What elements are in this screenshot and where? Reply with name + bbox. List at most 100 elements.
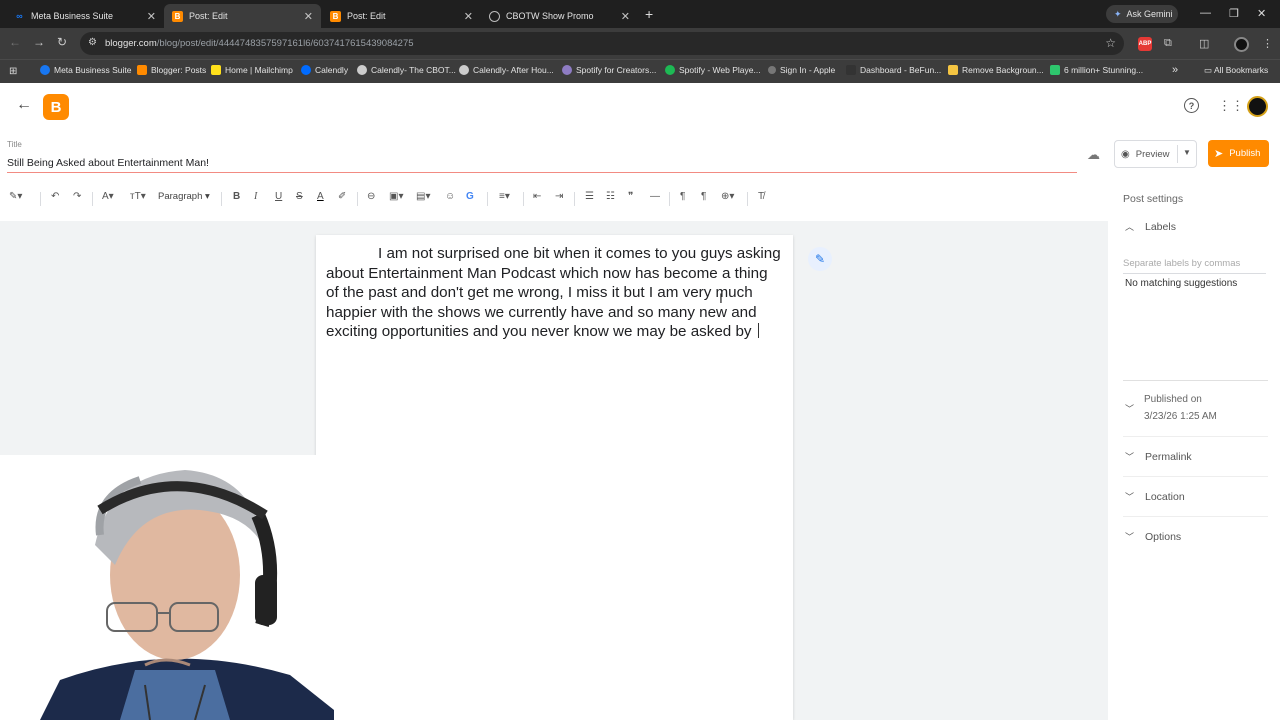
more-bookmarks-icon[interactable]: »	[1172, 64, 1178, 76]
post-settings-heading: Post settings	[1123, 193, 1184, 205]
bookmark-calendly-cbot[interactable]: Calendly- The CBOT...	[357, 65, 456, 75]
bookmark-star-icon[interactable]: ☆	[1105, 36, 1116, 50]
labels-section-toggle[interactable]: ︿ Labels	[1125, 220, 1176, 233]
redo-icon[interactable]: ↷	[73, 191, 81, 202]
window-close-button[interactable]: ✕	[1257, 7, 1266, 20]
chevron-down-icon[interactable]: ▼	[1183, 148, 1191, 157]
back-arrow-icon[interactable]: ←	[16, 96, 32, 114]
font-icon[interactable]: A▾	[102, 191, 114, 202]
browser-toolbar: ← → ↻ ⚙ blogger.com/blog/post/edit/44447…	[0, 28, 1280, 59]
tab-cbotw-show-promo[interactable]: CBOTW Show Promo ✕	[481, 4, 638, 28]
tab-post-edit[interactable]: B Post: Edit ✕	[322, 4, 481, 28]
new-tab-button[interactable]: +	[645, 6, 653, 22]
undo-icon[interactable]: ↶	[51, 191, 59, 202]
browser-tab-strip: ∞ Meta Business Suite ✕ B Post: Edit ✕ B…	[0, 0, 1280, 28]
adblock-icon[interactable]: ABP	[1138, 37, 1152, 51]
bookmark-stock-images[interactable]: 6 million+ Stunning...	[1050, 65, 1143, 75]
url-text: blogger.com/blog/post/edit/4444748357597…	[105, 38, 414, 49]
post-title-input[interactable]: Still Being Asked about Entertainment Ma…	[7, 157, 209, 169]
remove-bg-icon	[948, 65, 958, 75]
compose-mode-icon[interactable]: ✎▾	[9, 191, 22, 202]
title-label: Title	[7, 140, 22, 149]
tab-title: Post: Edit	[347, 11, 386, 21]
bookmark-mailchimp[interactable]: Home | Mailchimp	[211, 65, 293, 75]
globe-icon	[489, 10, 500, 22]
publish-button[interactable]: ➤ Publish	[1208, 140, 1269, 167]
chevron-down-icon: ﹀	[1125, 452, 1135, 462]
meta-icon	[40, 65, 50, 75]
tab-post-edit-active[interactable]: B Post: Edit ✕	[164, 4, 321, 28]
paragraph-style-dropdown[interactable]: Paragraph ▾	[158, 191, 210, 202]
tab-meta-business-suite[interactable]: ∞ Meta Business Suite ✕	[6, 4, 164, 28]
bookmark-calendly-after-hours[interactable]: Calendly- After Hou...	[459, 65, 554, 75]
profile-avatar[interactable]	[1234, 37, 1249, 52]
text-cursor-ibeam: I	[719, 290, 723, 306]
chevron-down-icon: ﹀	[1125, 532, 1135, 542]
bookmark-meta-business-suite[interactable]: Meta Business Suite	[40, 65, 131, 75]
account-avatar[interactable]	[1247, 96, 1268, 117]
bookmark-spotify-web-player[interactable]: Spotify - Web Playe...	[665, 65, 761, 75]
labels-input[interactable]: Separate labels by commas	[1123, 258, 1240, 269]
globe-icon	[459, 65, 469, 75]
post-body[interactable]: I am not surprised one bit when it comes…	[326, 244, 784, 342]
calendly-icon	[301, 65, 311, 75]
spotify-creators-icon	[562, 65, 572, 75]
bookmark-calendly[interactable]: Calendly	[301, 65, 348, 75]
mailchimp-icon	[211, 65, 221, 75]
title-underline	[7, 172, 1077, 173]
back-arrow-icon[interactable]: ←	[9, 35, 21, 49]
send-icon: ➤	[1214, 148, 1224, 160]
forward-arrow-icon[interactable]: →	[33, 35, 45, 49]
all-bookmarks-folder[interactable]: ▭ All Bookmarks	[1204, 65, 1268, 76]
bookmark-apple-sign-in[interactable]: Sign In - Apple	[768, 65, 835, 75]
close-icon[interactable]: ✕	[147, 10, 156, 23]
meta-icon: ∞	[16, 11, 23, 21]
chevron-down-icon: ﹀	[1125, 492, 1135, 502]
webcam-person	[0, 455, 334, 720]
minimize-button[interactable]: —	[1200, 7, 1211, 19]
published-date: 3/23/26 1:25 AM	[1144, 411, 1217, 422]
chevron-down-icon: ﹀	[1125, 404, 1135, 414]
cloud-off-icon: ☁	[1087, 147, 1100, 162]
bookmark-blogger-posts[interactable]: Blogger: Posts	[137, 65, 206, 75]
options-section-toggle[interactable]: ﹀ Options	[1125, 530, 1181, 543]
no-matching-suggestions: No matching suggestions	[1125, 278, 1238, 289]
tab-title: Post: Edit	[189, 11, 228, 21]
site-info-icon[interactable]: ⚙	[88, 37, 97, 48]
pixabay-icon	[1050, 65, 1060, 75]
published-on-label: Published on	[1144, 394, 1202, 405]
extensions-icon[interactable]: ⧉	[1164, 37, 1172, 50]
bookmark-spotify-creators[interactable]: Spotify for Creators...	[562, 65, 656, 75]
tab-title: Meta Business Suite	[31, 11, 114, 21]
close-icon[interactable]: ✕	[621, 10, 630, 23]
maximize-button[interactable]: ❐	[1229, 7, 1239, 20]
side-panel-icon[interactable]: ◫	[1199, 37, 1209, 50]
ask-gemini-button[interactable]: ✦ Ask Gemini	[1106, 5, 1178, 23]
blogger-logo[interactable]: B	[43, 94, 69, 120]
close-icon[interactable]: ✕	[464, 10, 473, 23]
blogger-icon: B	[330, 10, 341, 22]
preview-button[interactable]: ◉ Preview ▼	[1114, 140, 1197, 168]
bookmark-befunky[interactable]: Dashboard - BeFun...	[846, 65, 941, 75]
bookmark-remove-bg[interactable]: Remove Backgroun...	[948, 65, 1044, 75]
permalink-section-toggle[interactable]: ﹀ Permalink	[1125, 450, 1192, 463]
apple-icon	[768, 66, 776, 74]
font-size-icon[interactable]: тT▾	[130, 191, 146, 202]
reload-icon[interactable]: ↻	[57, 35, 67, 49]
location-section-toggle[interactable]: ﹀ Location	[1125, 490, 1185, 503]
help-icon[interactable]: ?	[1184, 98, 1199, 113]
spotify-icon	[665, 65, 675, 75]
blogger-icon: B	[172, 10, 183, 22]
text-caret	[757, 323, 759, 339]
bookmarks-bar: ⊞ Meta Business Suite Blogger: Posts Hom…	[0, 59, 1280, 83]
webcam-overlay	[0, 455, 334, 720]
apps-grid-icon[interactable]: ⊞	[9, 66, 17, 77]
published-on-toggle[interactable]: ﹀	[1125, 402, 1145, 415]
close-icon[interactable]: ✕	[304, 10, 313, 23]
blogger-icon	[137, 65, 147, 75]
gemini-sparkle-icon: ✦	[1114, 8, 1122, 19]
writing-assist-icon[interactable]: ✎	[808, 247, 832, 271]
address-bar[interactable]: ⚙ blogger.com/blog/post/edit/44447483575…	[80, 32, 1124, 55]
blogger-header: ← B ? ⋮⋮⋮	[0, 84, 1280, 130]
menu-dots-icon[interactable]: ⋮	[1262, 37, 1273, 50]
